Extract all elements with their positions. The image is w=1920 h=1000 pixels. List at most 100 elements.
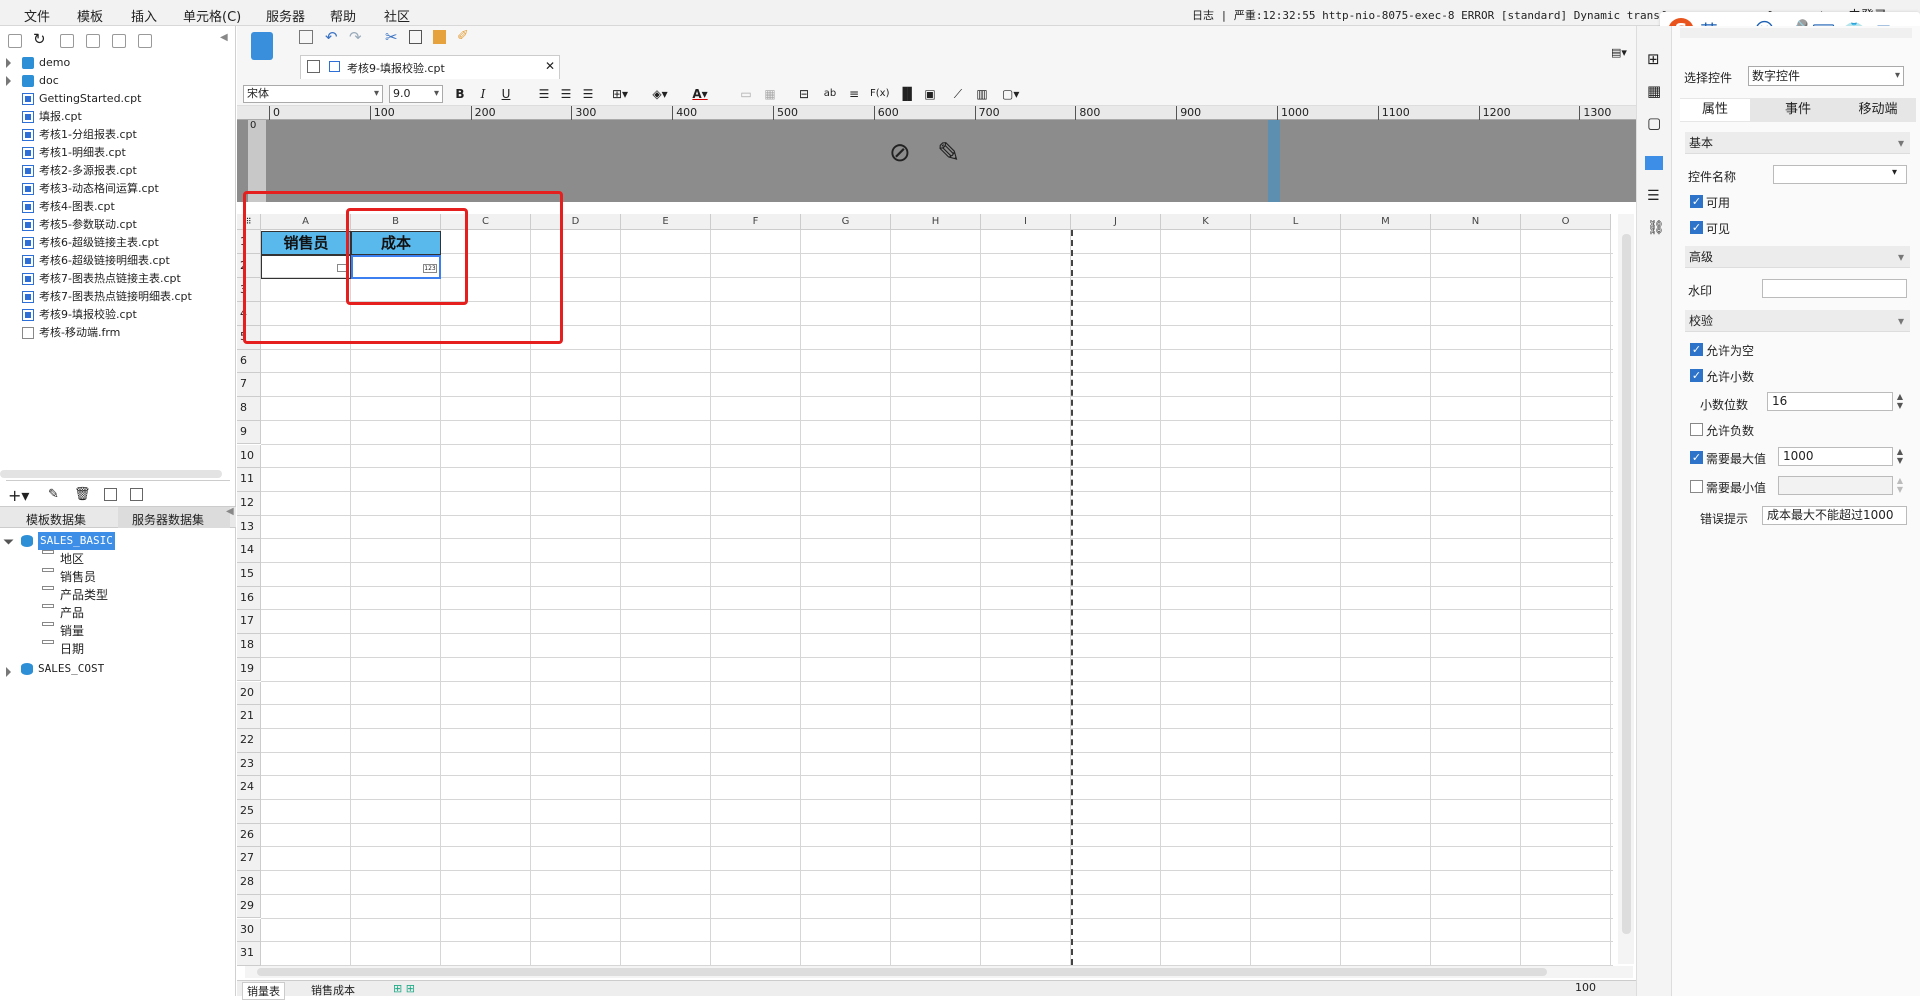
tab-server-dataset[interactable]: 服务器数据集: [132, 511, 204, 528]
widget-name-input[interactable]: [1773, 165, 1907, 184]
max-value-input[interactable]: 1000: [1778, 447, 1893, 466]
tab-template-dataset[interactable]: 模板数据集: [26, 511, 86, 528]
insert-text-icon[interactable]: ab: [822, 86, 838, 102]
file-tree-item[interactable]: doc: [0, 72, 230, 90]
allow-decimal-checkbox[interactable]: ✓: [1690, 369, 1703, 382]
dataset-field[interactable]: 地区: [60, 550, 84, 568]
row-header[interactable]: 6: [237, 349, 261, 374]
tab-file[interactable]: 考核9-填报校验.cpt ✕: [300, 55, 560, 79]
unmerge-cell-icon[interactable]: ▦: [762, 86, 778, 102]
align-right-icon[interactable]: ☰: [580, 86, 596, 102]
need-max-checkbox[interactable]: ✓: [1690, 451, 1703, 464]
copy-file-icon[interactable]: [138, 34, 152, 48]
add-sheet-icon[interactable]: ⊞ ⊞: [393, 982, 415, 995]
expand-arrow-icon[interactable]: [6, 76, 11, 86]
row-header[interactable]: 18: [237, 634, 261, 658]
file-tree-item[interactable]: 考核6-超级链接明细表.cpt: [0, 252, 230, 270]
edit-pencil-icon[interactable]: ✎: [937, 136, 960, 169]
file-tree-item[interactable]: 考核7-图表热点链接明细表.cpt: [0, 288, 230, 306]
row-header[interactable]: 12: [237, 491, 261, 516]
insert-subreport-icon[interactable]: ▥: [974, 86, 990, 102]
insert-link-icon[interactable]: ⊟: [796, 86, 812, 102]
file-tree-item[interactable]: 考核6-超级链接主表.cpt: [0, 234, 230, 252]
vertical-scrollbar[interactable]: [1618, 214, 1634, 964]
min-value-spinner-icon[interactable]: ▲ ▼: [1894, 476, 1906, 495]
insert-chart-icon[interactable]: ▐▌: [898, 86, 916, 102]
menu-help[interactable]: 帮助: [330, 6, 356, 25]
dataset-field[interactable]: 日期: [60, 640, 84, 658]
menu-insert[interactable]: 插入: [131, 6, 157, 25]
hide-eye-icon[interactable]: ⊘: [889, 138, 911, 168]
expand-arrow-icon[interactable]: [6, 667, 11, 677]
redo-icon[interactable]: ↷: [349, 28, 362, 46]
dataset-field[interactable]: 产品类型: [60, 586, 108, 604]
sheet-tab-sales[interactable]: 销量表: [242, 982, 285, 1000]
row-header[interactable]: 13: [237, 515, 261, 540]
file-tree-item[interactable]: demo: [0, 54, 230, 72]
row-header[interactable]: 31: [237, 942, 261, 966]
collapse-dataset-icon[interactable]: ◀: [226, 506, 234, 517]
column-header[interactable]: F: [711, 214, 801, 230]
section-basic[interactable]: 基本: [1685, 132, 1910, 154]
bold-button[interactable]: B: [452, 86, 468, 102]
file-tree-item[interactable]: 考核-移动端.frm: [0, 324, 230, 342]
column-header[interactable]: M: [1341, 214, 1431, 230]
row-header[interactable]: 26: [237, 823, 261, 848]
tab-events[interactable]: 事件: [1760, 99, 1836, 121]
cell-style-icon[interactable]: ▦: [1647, 82, 1661, 100]
border-icon[interactable]: ⊞▾: [612, 86, 628, 102]
column-header[interactable]: E: [621, 214, 711, 230]
widget-type-select[interactable]: 数字控件: [1748, 66, 1904, 86]
file-tree-item[interactable]: 考核1-分组报表.cpt: [0, 126, 230, 144]
tab-menu-icon[interactable]: ▤▾: [1611, 46, 1627, 59]
undo-icon[interactable]: ↶: [325, 28, 338, 46]
row-header[interactable]: 22: [237, 728, 261, 753]
dataset-field[interactable]: 销量: [60, 622, 84, 640]
row-header[interactable]: 29: [237, 894, 261, 919]
column-header[interactable]: H: [891, 214, 981, 230]
dataset-field[interactable]: 销售员: [60, 568, 96, 586]
expand-arrow-icon[interactable]: [6, 58, 11, 68]
file-tree-item[interactable]: 考核3-动态格间运算.cpt: [0, 180, 230, 198]
decimal-places-spinner-icon[interactable]: ▲ ▼: [1894, 392, 1906, 411]
row-header[interactable]: 28: [237, 871, 261, 895]
copy-icon[interactable]: [409, 30, 422, 44]
cell-attr-icon[interactable]: ⊞: [1647, 50, 1660, 68]
need-min-checkbox[interactable]: [1690, 480, 1703, 493]
dataset-sales-cost[interactable]: SALES_COST: [38, 660, 104, 678]
column-header[interactable]: K: [1161, 214, 1251, 230]
allow-empty-checkbox[interactable]: ✓: [1690, 343, 1703, 356]
column-header[interactable]: J: [1071, 214, 1161, 230]
menu-community[interactable]: 社区: [384, 6, 410, 25]
max-value-spinner-icon[interactable]: ▲ ▼: [1894, 447, 1906, 466]
insert-formula-icon[interactable]: F(x): [870, 86, 889, 102]
dataset-param-icon[interactable]: [130, 488, 143, 501]
file-tree-item[interactable]: 考核9-填报校验.cpt: [0, 306, 230, 324]
dataset-field[interactable]: 产品: [60, 604, 84, 622]
column-header[interactable]: L: [1251, 214, 1341, 230]
section-validate[interactable]: 校验: [1685, 310, 1910, 332]
hyperlink-icon[interactable]: ⛓: [1647, 220, 1665, 236]
file-tree-item[interactable]: 填报.cpt: [0, 108, 230, 126]
fill-color-icon[interactable]: ◈▾: [652, 86, 668, 102]
file-tree-item[interactable]: 考核7-图表热点链接主表.cpt: [0, 270, 230, 288]
insert-image-icon[interactable]: ▣: [922, 86, 938, 102]
row-header[interactable]: 10: [237, 444, 261, 469]
file-tree-item[interactable]: 考核1-明细表.cpt: [0, 144, 230, 162]
menu-cell[interactable]: 单元格(C): [183, 6, 241, 25]
file-tree-item[interactable]: 考核4-图表.cpt: [0, 198, 230, 216]
menu-server[interactable]: 服务器: [266, 6, 305, 25]
decimal-places-input[interactable]: 16: [1767, 392, 1893, 411]
align-center-icon[interactable]: ☰: [558, 86, 574, 102]
edit-dataset-icon[interactable]: ✎: [48, 487, 59, 502]
column-header[interactable]: O: [1521, 214, 1611, 230]
refresh-icon[interactable]: ↻: [33, 30, 46, 48]
delete-file-icon[interactable]: [112, 34, 126, 48]
row-header[interactable]: 11: [237, 468, 261, 492]
enabled-checkbox[interactable]: ✓: [1690, 195, 1703, 208]
row-header[interactable]: 8: [237, 397, 261, 421]
paste-icon[interactable]: [433, 30, 446, 44]
zoom-value[interactable]: 100: [1575, 981, 1596, 994]
cut-icon[interactable]: ✂: [385, 28, 398, 46]
row-header[interactable]: 15: [237, 563, 261, 587]
